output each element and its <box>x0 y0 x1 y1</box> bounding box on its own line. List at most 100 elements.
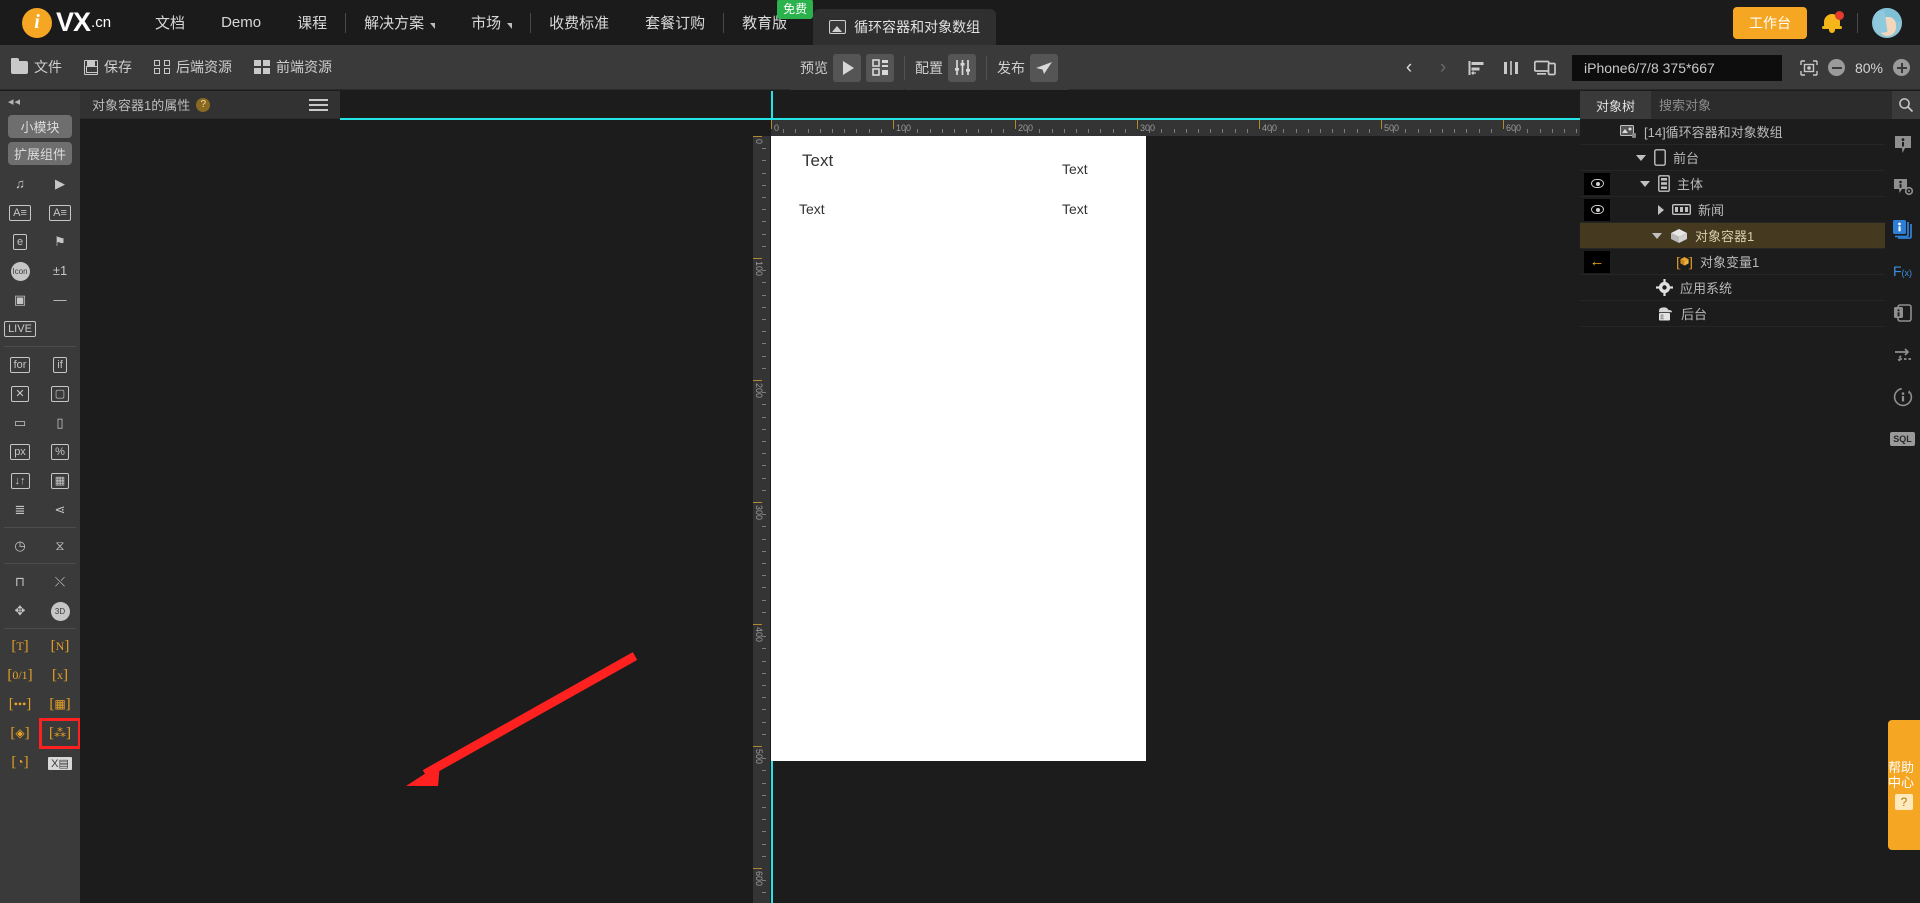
nav-item-2[interactable]: 课程 <box>279 0 345 45</box>
tree-row-3[interactable]: 新闻 <box>1580 197 1885 223</box>
live-icon[interactable]: LIVE <box>0 314 40 343</box>
excel-icon[interactable]: X▤ <box>40 748 80 777</box>
nav-item-5[interactable]: 收费标准 <box>531 0 627 45</box>
properties-menu-button[interactable] <box>309 96 328 114</box>
sql-icon[interactable]: SQL <box>1890 427 1915 451</box>
chevron-down-icon[interactable] <box>1640 180 1650 187</box>
tab-object-tree[interactable]: 对象树 <box>1580 91 1652 119</box>
rich-text-icon[interactable]: A≡ <box>0 198 40 227</box>
object-search-box[interactable] <box>1651 91 1920 119</box>
hslider-icon[interactable]: ▭ <box>0 408 40 437</box>
visibility-toggle-icon[interactable] <box>1584 172 1610 195</box>
icon-font-icon[interactable]: Icon <box>0 256 40 285</box>
history-back-button[interactable]: ‹ <box>1394 53 1424 83</box>
publish-send-button[interactable] <box>1030 53 1058 82</box>
sidebar-category-0[interactable]: 小模块 <box>8 115 72 138</box>
nav-item-3[interactable]: 解决方案 <box>346 0 453 45</box>
stepper-icon[interactable]: ±1 <box>40 256 80 285</box>
zoom-out-button[interactable] <box>1828 59 1845 76</box>
datetime-variable-icon[interactable]: [◔] <box>0 748 40 777</box>
spacer-icon[interactable] <box>40 314 80 343</box>
workbench-button[interactable]: 工作台 <box>1733 6 1807 39</box>
screenshot-button[interactable] <box>1794 53 1824 83</box>
zoom-in-button[interactable] <box>1893 59 1910 76</box>
visibility-toggle-icon[interactable] <box>1584 198 1610 221</box>
save-button[interactable]: 保存 <box>73 45 143 90</box>
video-icon[interactable]: ▶ <box>40 169 80 198</box>
tree-row-1[interactable]: 前台 <box>1580 145 1885 171</box>
audio-icon[interactable]: ♫ <box>0 169 40 198</box>
for-loop-icon[interactable]: for <box>0 350 40 379</box>
tree-row-7[interactable]: 后台 <box>1580 301 1885 327</box>
if-condition-icon[interactable]: if <box>40 350 80 379</box>
array-variable-icon[interactable]: [•••] <box>0 690 40 719</box>
project-tab[interactable]: 循环容器和对象数组 <box>813 9 997 45</box>
tree-row-6[interactable]: 应用系统 <box>1580 275 1885 301</box>
align-center-button[interactable] <box>1496 53 1526 83</box>
notification-bell-icon[interactable] <box>1821 10 1844 34</box>
align-left-button[interactable] <box>1462 53 1492 83</box>
search-input[interactable] <box>1651 97 1892 113</box>
line-icon[interactable]: — <box>40 285 80 314</box>
info-refresh-icon[interactable] <box>1891 385 1915 409</box>
tree-row-2[interactable]: 主体 <box>1580 171 1885 197</box>
canvas-text-2[interactable]: Text <box>799 201 825 217</box>
hourglass-icon[interactable]: ⧖ <box>40 531 80 560</box>
fullscreen-icon[interactable]: ✕ <box>0 379 40 408</box>
px-unit-icon[interactable]: px <box>0 437 40 466</box>
text-variable-icon[interactable]: [T] <box>0 632 40 661</box>
chevron-down-icon[interactable] <box>1636 154 1646 161</box>
object-variable-icon[interactable]: [◈] <box>0 719 40 748</box>
data-transfer-icon[interactable] <box>1891 343 1915 367</box>
qrcode-icon[interactable]: ▣ <box>0 285 40 314</box>
history-forward-button[interactable]: › <box>1428 53 1458 83</box>
info-page-icon[interactable] <box>1891 301 1915 325</box>
chevron-right-icon[interactable] <box>1658 204 1664 215</box>
tree-row-0[interactable]: [14]循环容器和对象数组 <box>1580 119 1885 145</box>
chevron-down-icon[interactable] <box>1652 232 1662 239</box>
nav-item-7[interactable]: 教育版 免费 <box>724 0 814 45</box>
sidebar-collapse-button[interactable]: ◂◂ <box>0 91 80 111</box>
presentation-icon[interactable]: ⊓ <box>0 567 40 596</box>
threed-icon[interactable]: 3D <box>40 596 80 625</box>
file-menu-button[interactable]: 文件 <box>0 45 73 90</box>
design-canvas[interactable]: 0100200300400500600700800900 01002003004… <box>340 91 1580 903</box>
phone-preview-frame[interactable]: Text Text Text Text <box>771 136 1146 761</box>
help-center-widget[interactable]: 帮助中心 ? <box>1888 720 1920 850</box>
sort-icon[interactable]: ↓↑ <box>0 466 40 495</box>
web-view-icon[interactable]: A≡ <box>40 198 80 227</box>
config-sliders-button[interactable] <box>948 53 976 82</box>
gyroscope-icon[interactable]: ✥ <box>0 596 40 625</box>
backend-resources-button[interactable]: 后端资源 <box>143 45 243 90</box>
boolean-variable-icon[interactable]: [0/1] <box>0 661 40 690</box>
nav-item-1[interactable]: Demo <box>203 0 279 45</box>
brand-logo[interactable]: i VX .cn <box>22 7 111 38</box>
timer-icon[interactable]: ◷ <box>0 531 40 560</box>
nav-item-0[interactable]: 文档 <box>137 0 203 45</box>
avatar[interactable] <box>1872 7 1902 38</box>
number-variable-icon[interactable]: [N] <box>40 632 80 661</box>
sidebar-category-1[interactable]: 扩展组件 <box>8 142 72 165</box>
map-marker-icon[interactable]: ⚑ <box>40 227 80 256</box>
vslider-icon[interactable]: ▯ <box>40 408 80 437</box>
preview-play-button[interactable] <box>833 53 861 82</box>
help-icon[interactable]: ? <box>196 97 211 112</box>
nav-item-4[interactable]: 市场 <box>453 0 530 45</box>
frontend-resources-button[interactable]: 前端资源 <box>243 45 343 90</box>
layer-icon[interactable]: ▢ <box>40 379 80 408</box>
info-icon[interactable] <box>1891 133 1915 157</box>
percent-unit-icon[interactable]: % <box>40 437 80 466</box>
share-node-icon[interactable]: ⋖ <box>40 495 80 524</box>
tree-row-5[interactable]: ← [] 对象变量1 <box>1580 249 1885 275</box>
info-stack-icon[interactable] <box>1891 217 1915 241</box>
canvas-text-3[interactable]: Text <box>1062 201 1088 217</box>
object-array-variable-icon[interactable]: [⁂] <box>39 718 80 749</box>
responsive-device-button[interactable] <box>1530 53 1560 83</box>
nav-item-6[interactable]: 套餐订购 <box>627 0 723 45</box>
canvas-text-0[interactable]: Text <box>802 151 833 171</box>
org-chart-icon[interactable]: ⤬ <box>40 567 80 596</box>
device-selector[interactable]: iPhone6/7/8 375*667 <box>1572 54 1782 81</box>
search-icon[interactable] <box>1892 91 1920 119</box>
tree-list-icon[interactable]: ≣ <box>0 495 40 524</box>
function-icon[interactable]: F(x) <box>1891 259 1915 283</box>
